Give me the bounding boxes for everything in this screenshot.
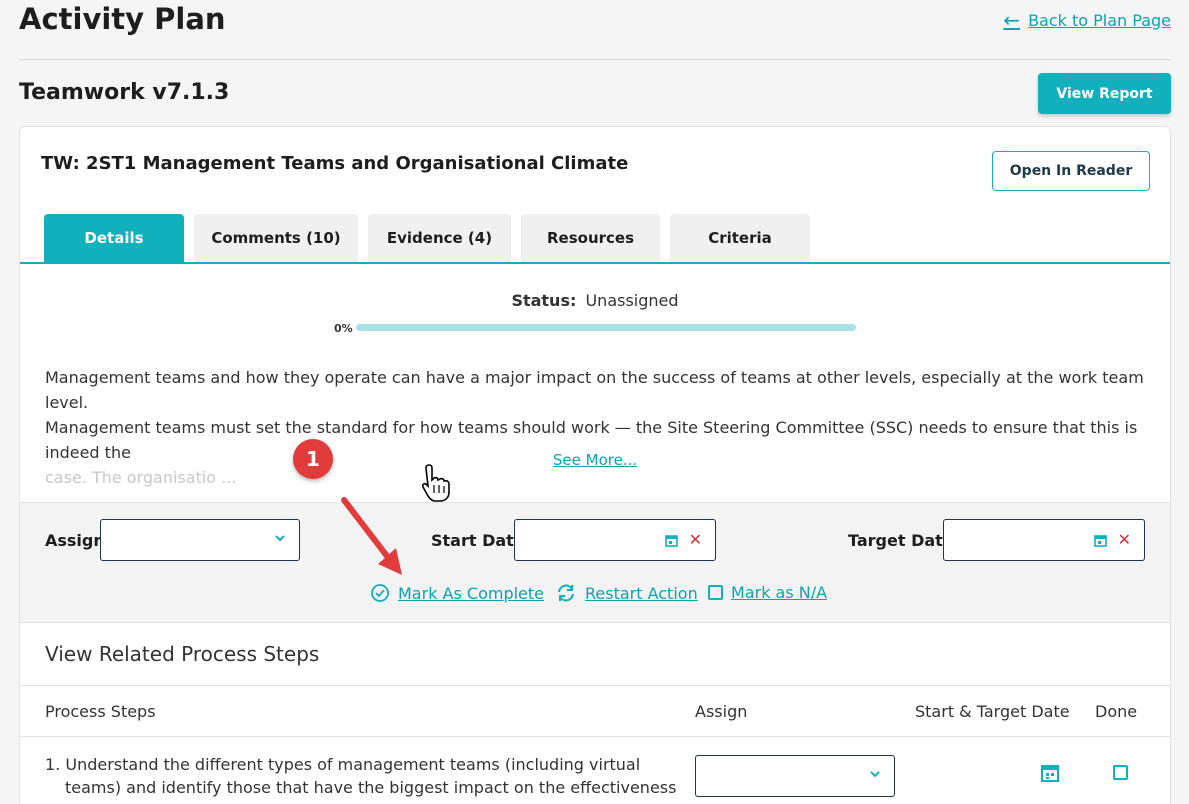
back-link-label: Back to Plan Page (1028, 10, 1171, 30)
divider (20, 685, 1170, 686)
tab-underline (20, 262, 1170, 264)
status-label: Status: (511, 291, 577, 310)
arrow-left-icon: ← (1003, 8, 1021, 32)
calendar-icon[interactable] (1094, 534, 1107, 547)
process-step-text: 1. Understand the different types of man… (45, 755, 677, 804)
start-date-label: Start Date (431, 531, 525, 550)
related-steps-title: View Related Process Steps (45, 642, 320, 666)
header-divider (19, 59, 1171, 60)
clear-icon[interactable]: ✕ (1118, 530, 1131, 549)
calendar-icon[interactable] (665, 534, 678, 547)
step-done-checkbox[interactable] (1113, 765, 1128, 780)
progress-bar (356, 324, 856, 331)
mark-na-action[interactable]: Mark as N/A (708, 583, 827, 602)
see-more-link[interactable]: See More... (553, 451, 637, 469)
clear-icon[interactable]: ✕ (689, 530, 702, 549)
tab-resources[interactable]: Resources (521, 214, 660, 262)
restart-action[interactable]: Restart Action (555, 583, 698, 603)
mark-complete-action[interactable]: Mark As Complete (370, 583, 544, 603)
divider (20, 736, 1170, 737)
chevron-down-icon (870, 771, 880, 778)
annotation-arrow (320, 368, 420, 468)
start-date-input[interactable]: ✕ (514, 519, 716, 561)
tab-criteria[interactable]: Criteria (670, 214, 810, 262)
col-header-assign: Assign (695, 702, 748, 721)
page-title: Activity Plan (19, 2, 226, 36)
assign-label: Assign (45, 531, 105, 550)
checkbox-icon (708, 585, 723, 600)
mark-na-label: Mark as N/A (731, 583, 828, 602)
annotation-arrow-pointer (341, 497, 402, 575)
calendar-icon[interactable] (1040, 763, 1060, 783)
description: Management teams and how they operate ca… (45, 365, 1145, 490)
hand-cursor-icon (421, 464, 450, 502)
actions-panel: Assign Start Date ✕ Target Date ✕ Mark A… (20, 502, 1170, 623)
step-assign-select[interactable] (695, 755, 895, 797)
plan-name: Teamwork v7.1.3 (19, 80, 230, 105)
assign-select[interactable] (100, 519, 300, 561)
description-line: Management teams and how they operate ca… (45, 368, 1144, 412)
restart-icon (558, 584, 574, 602)
activity-card: TW: 2ST1 Management Teams and Organisati… (19, 126, 1171, 804)
tab-comments[interactable]: Comments (10) (194, 214, 358, 262)
back-to-plan-link[interactable]: ← Back to Plan Page (1003, 10, 1171, 30)
item-title: TW: 2ST1 Management Teams and Organisati… (41, 153, 629, 174)
tab-details[interactable]: Details (44, 214, 184, 262)
restart-action-label: Restart Action (585, 583, 698, 603)
status-line: Status: Unassigned (20, 291, 1170, 310)
chevron-down-icon (275, 535, 285, 542)
mark-complete-label: Mark As Complete (398, 583, 545, 603)
see-more-row: See More... (20, 451, 1170, 469)
col-header-dates: Start & Target Date (915, 702, 1070, 721)
col-header-steps: Process Steps (45, 702, 156, 721)
view-report-button[interactable]: View Report (1038, 73, 1171, 114)
col-header-done: Done (1095, 702, 1138, 721)
tab-bar: Details Comments (10) Evidence (4) Resou… (44, 214, 810, 262)
check-circle-icon (371, 584, 389, 602)
target-date-label: Target Date (848, 531, 954, 550)
tab-evidence[interactable]: Evidence (4) (368, 214, 511, 262)
callout-badge: 1 (293, 439, 333, 479)
open-in-reader-button[interactable]: Open In Reader (992, 151, 1150, 191)
target-date-input[interactable]: ✕ (943, 519, 1145, 561)
progress-percent: 0% (334, 322, 353, 335)
status-value: Unassigned (585, 291, 679, 310)
